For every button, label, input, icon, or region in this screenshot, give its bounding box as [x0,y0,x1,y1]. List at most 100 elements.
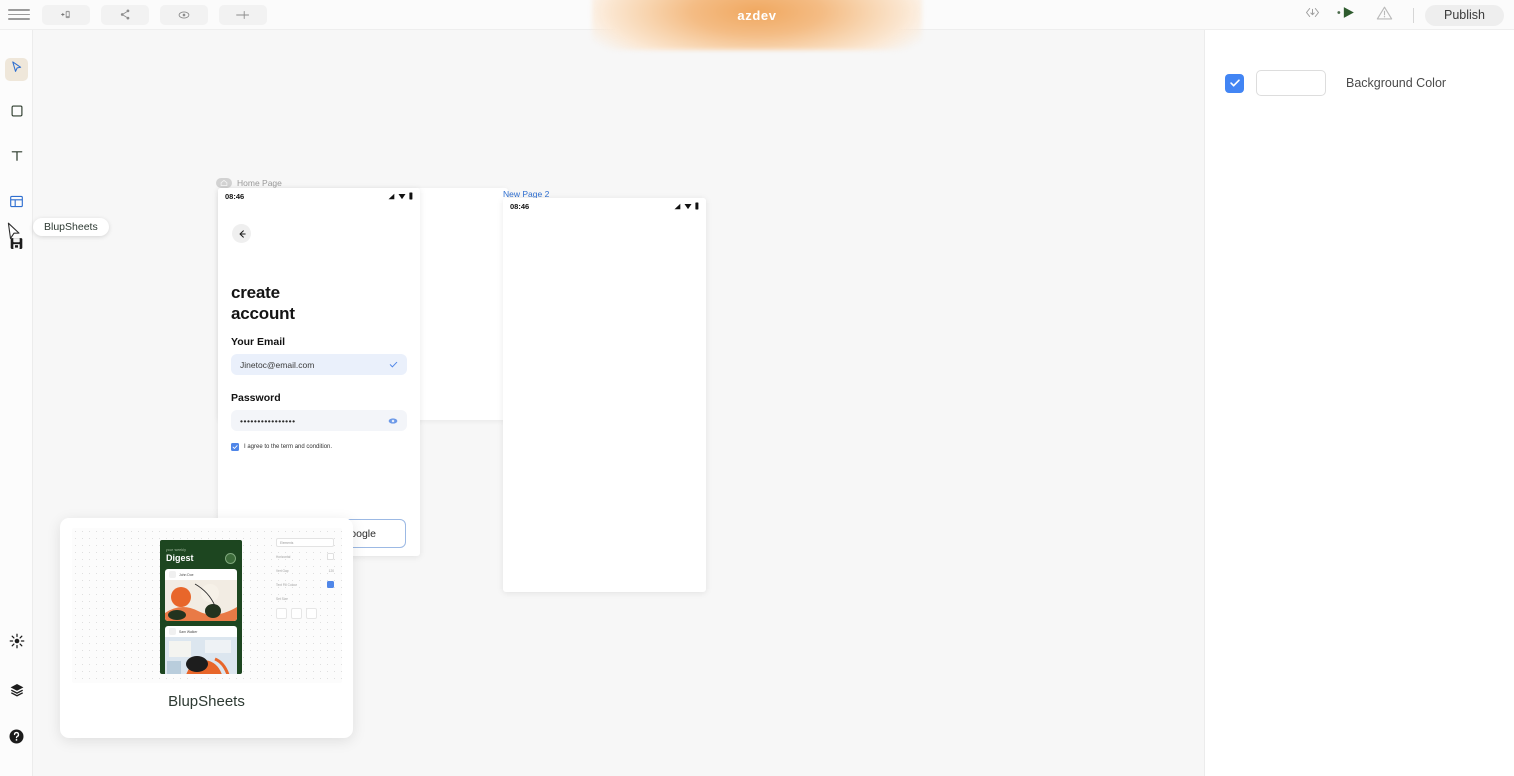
inspector-row-label: Vert Gap [276,568,289,573]
mock-eyebrow: your weekly [166,548,187,552]
inspector-button [276,608,287,619]
preview-card-title: BlupSheets [168,693,245,710]
sparkle-icon [9,633,25,654]
help-icon [8,728,25,750]
check-icon [389,356,398,374]
preview-mock-phone: your weekly Digest John Doe Sam Walker [160,540,242,674]
phone2-status-bar: 08:46 [503,198,706,214]
publish-button[interactable]: Publish [1425,4,1504,26]
inspector-row: Text Fill Colour [276,580,334,589]
inspector-row-value: 120 [328,568,334,573]
text-icon [10,149,24,168]
password-field[interactable]: •••••••••••••••• [231,410,407,431]
status-time-2: 08:46 [510,201,530,211]
back-button[interactable] [232,224,251,243]
code-export-button[interactable] [1294,0,1330,30]
artboard-new-page-2[interactable]: 08:46 [503,198,706,592]
ai-assist-button[interactable] [5,632,28,655]
eye-toggle-icon[interactable] [388,412,398,430]
arrow-left-icon [239,229,246,238]
layers-icon [9,682,25,703]
add-component-icon [60,8,73,21]
preview-inspector: Elements Horizontal Vert Gap 120 Text Fi… [276,538,334,678]
inspector-row-label: Horizontal [276,554,291,559]
save-sheets-icon [9,236,24,256]
terms-checkbox[interactable] [231,443,239,451]
layout-tool-button[interactable] [5,192,28,215]
background-color-swatch[interactable] [1256,70,1326,96]
cursor-icon [10,60,24,79]
top-toolbar: azdev Publish [0,0,1514,50]
background-color-label: Background Color [1346,76,1447,90]
run-preview-button[interactable] [1330,0,1366,30]
blupsheets-tooltip: BlupSheets [33,218,109,236]
toolbar-divider [1413,7,1414,23]
sitemap-button[interactable] [101,4,149,25]
properties-panel: Background Color [1204,30,1514,776]
layers-button[interactable] [5,681,28,704]
preview-stage: your weekly Digest John Doe Sam Walker E… [72,528,342,683]
sitemap-icon [119,8,132,21]
home-icon [216,178,232,188]
mock-card-2-avatar [169,628,176,635]
play-icon [1335,5,1361,25]
mock-card-1-art [165,580,237,621]
frame-label-text: Home Page [237,178,282,188]
terms-label: I agree to the term and condition. [244,444,333,450]
background-color-row: Background Color [1225,70,1446,96]
mock-card-1-avatar [169,571,176,578]
mock-card-1-head: John Doe [165,569,237,580]
eye-icon [177,8,191,22]
password-label: Password [231,392,281,404]
artboard-home-page[interactable]: 08:46 create account Your Email Jinetoc@… [218,188,420,556]
mock-card-2: Sam Walker [165,626,237,674]
inspector-button [306,608,317,619]
top-right-actions: Publish [1294,0,1504,30]
status-icons [388,192,413,200]
preview-button[interactable] [160,4,208,25]
hamburger-icon[interactable] [8,7,30,23]
phone-status-bar: 08:46 [218,188,420,204]
email-value: Jinetoc@email.com [240,359,315,370]
text-tool-button[interactable] [5,147,28,170]
frame-label-home-page[interactable]: Home Page [216,178,282,188]
blupsheets-preview-card[interactable]: your weekly Digest John Doe Sam Walker E… [60,518,353,738]
blupsheets-tool-button[interactable] [5,234,28,257]
inspector-row-label: Text Fill Colour [276,582,298,587]
mock-card-2-art [165,637,237,674]
status-time: 08:46 [225,191,245,201]
inspector-buttons [276,608,334,619]
inspector-row-swatch [327,553,334,560]
inspector-button [291,608,302,619]
background-color-checkbox[interactable] [1225,73,1244,93]
design-canvas[interactable]: Home Page 08:46 create account Your Emai… [33,30,1204,776]
warnings-button[interactable] [1366,0,1402,30]
inspector-row-swatch [327,581,334,588]
add-component-button[interactable] [42,4,90,25]
inspector-group-label-row: Set Size [276,594,334,603]
left-toolbar [0,30,33,776]
password-value: •••••••••••••••• [240,415,296,426]
brand-label: azdev [737,7,777,23]
select-tool-button[interactable] [5,58,28,81]
warning-icon [1376,5,1393,26]
mock-avatar [225,553,236,564]
add-button[interactable] [219,4,267,25]
inspector-row: Vert Gap 120 [276,566,334,575]
email-field[interactable]: Jinetoc@email.com [231,354,407,375]
inspector-group-label: Set Size [276,596,288,601]
rectangle-icon [10,104,24,123]
help-button[interactable] [5,727,28,750]
page-title-line1: create [231,283,280,302]
form-content: create account Your Email Jinetoc@email.… [231,282,407,451]
email-label: Your Email [231,336,286,348]
terms-row[interactable]: I agree to the term and condition. [231,443,407,451]
inspector-pill: Elements [276,538,334,547]
code-download-icon [1304,5,1321,25]
plus-icon [235,8,251,22]
mock-card-2-name: Sam Walker [179,629,198,634]
page-title-line2: account [231,304,295,323]
mock-card-2-head: Sam Walker [165,626,237,637]
rectangle-tool-button[interactable] [5,102,28,125]
mock-heading: Digest [166,553,194,563]
